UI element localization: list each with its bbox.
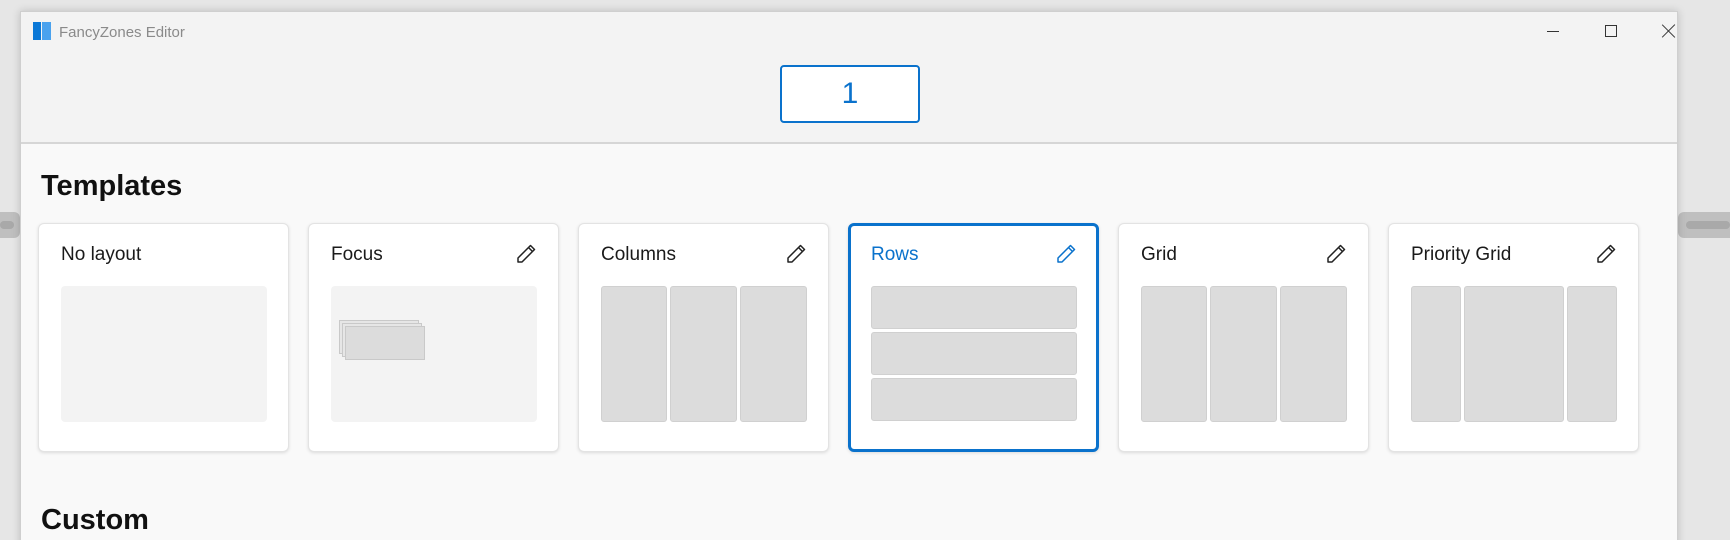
- pencil-icon[interactable]: [514, 242, 538, 266]
- layout-preview: [871, 286, 1077, 422]
- template-card-priority-grid[interactable]: Priority Grid: [1388, 223, 1639, 452]
- template-label: No layout: [61, 244, 142, 265]
- layout-preview: [601, 286, 807, 422]
- window-title: FancyZones Editor: [59, 24, 185, 41]
- maximize-button[interactable]: [1582, 12, 1640, 50]
- layout-preview: [1411, 286, 1617, 422]
- close-icon: [1662, 24, 1676, 38]
- template-card-grid[interactable]: Grid: [1118, 223, 1369, 452]
- zone: [871, 286, 1077, 329]
- background-window-edge: [0, 212, 20, 238]
- templates-heading: Templates: [41, 170, 183, 202]
- zone: [1210, 286, 1277, 422]
- zone: [345, 326, 425, 360]
- template-card-rows[interactable]: Rows: [848, 223, 1099, 452]
- template-label: Rows: [871, 244, 919, 265]
- close-button[interactable]: [1640, 12, 1698, 50]
- layout-preview: [61, 286, 267, 422]
- layout-preview: [1141, 286, 1347, 422]
- template-label: Columns: [601, 244, 676, 265]
- minimize-icon: [1547, 30, 1559, 32]
- template-card-columns[interactable]: Columns: [578, 223, 829, 452]
- maximize-icon: [1605, 25, 1617, 37]
- template-label: Grid: [1141, 244, 1177, 265]
- pencil-icon[interactable]: [1054, 242, 1078, 266]
- pencil-icon[interactable]: [1594, 242, 1618, 266]
- monitor-header: 1: [21, 50, 1677, 144]
- zone: [740, 286, 807, 422]
- background-window-edge: [1678, 212, 1730, 238]
- template-card-focus[interactable]: Focus: [308, 223, 559, 452]
- layout-preview: [331, 286, 537, 422]
- zone: [1411, 286, 1461, 422]
- minimize-button[interactable]: [1524, 12, 1582, 50]
- zone: [871, 378, 1077, 421]
- title-bar[interactable]: FancyZones Editor: [21, 12, 1677, 50]
- zone: [601, 286, 667, 422]
- fancyzones-icon: [33, 22, 51, 40]
- template-label: Priority Grid: [1411, 244, 1512, 265]
- zone: [871, 332, 1077, 375]
- pencil-icon[interactable]: [1324, 242, 1348, 266]
- zone: [1464, 286, 1564, 422]
- pencil-icon[interactable]: [784, 242, 808, 266]
- zone: [1567, 286, 1617, 422]
- zone: [670, 286, 737, 422]
- template-card-no-layout[interactable]: No layout: [38, 223, 289, 452]
- fancyzones-editor-window: FancyZones Editor 1 Templates No layout …: [20, 11, 1678, 540]
- zone: [1141, 286, 1207, 422]
- custom-heading: Custom: [41, 504, 149, 536]
- monitor-1-button[interactable]: 1: [780, 65, 920, 123]
- zone: [1280, 286, 1347, 422]
- template-label: Focus: [331, 244, 383, 265]
